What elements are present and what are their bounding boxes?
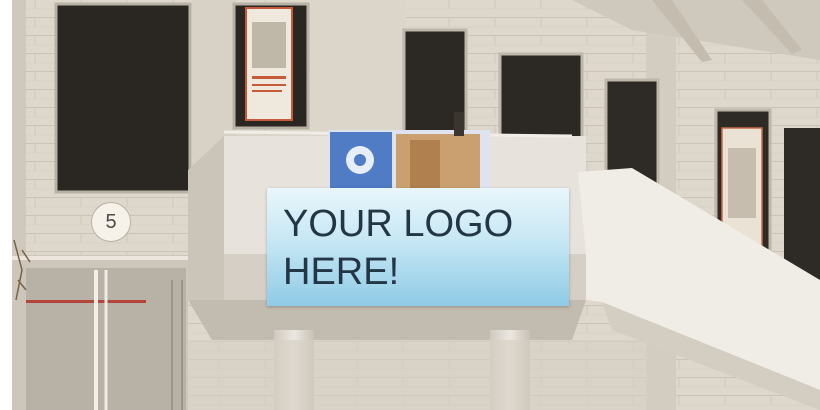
poster-figure xyxy=(728,148,756,218)
ground-wall xyxy=(188,340,648,410)
red-railing xyxy=(26,300,146,303)
banner-face-shade xyxy=(410,140,440,188)
logo-placeholder-sign: YOUR LOGO HERE! xyxy=(267,188,569,306)
photo-scene: 5 YOUR LOGO HERE! xyxy=(12,0,820,410)
logo-placeholder-text: YOUR LOGO HERE! xyxy=(283,203,514,293)
banner-stripe xyxy=(252,90,282,92)
banner-stripe xyxy=(252,76,286,79)
banner-gear-hole xyxy=(354,154,366,166)
banner-figure xyxy=(252,22,286,68)
banner-stripe xyxy=(252,84,286,86)
person xyxy=(454,112,464,136)
floor-number-sign: 5 xyxy=(91,202,131,242)
window xyxy=(54,2,192,194)
wall-rib xyxy=(310,0,406,140)
